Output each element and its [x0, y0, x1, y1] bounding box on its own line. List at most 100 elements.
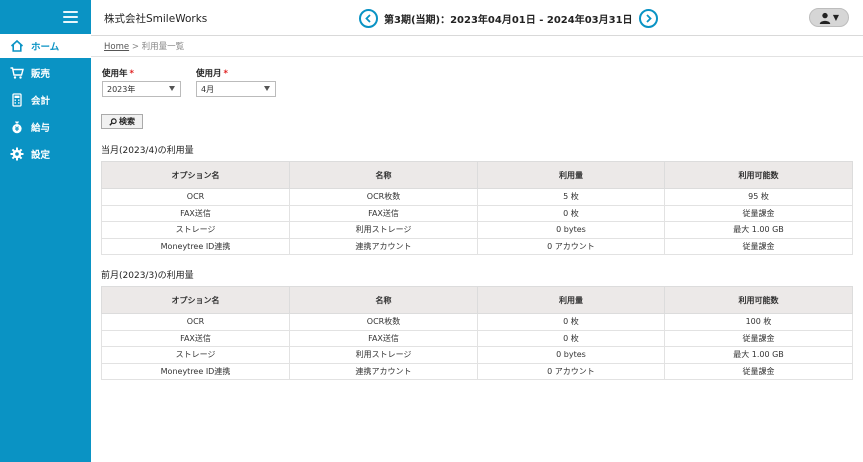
sidebar-item-label: 販売: [31, 69, 51, 80]
table-cell: Moneytree ID連携: [101, 237, 290, 255]
table-cell: OCR: [101, 188, 290, 206]
table-cell: 5 枚: [477, 188, 665, 206]
table-cell: FAX送信: [101, 329, 290, 347]
sidebar-item-label: 会計: [31, 96, 51, 107]
sidebar-item-label: ホーム: [31, 42, 60, 53]
year-label: 使用年 *: [102, 67, 134, 79]
dropdown-arrow-icon: [264, 86, 270, 91]
period-selector: 第3期(当期)：2023年04月01日 - 2024年03月31日: [359, 8, 658, 28]
table-cell: 0 bytes: [477, 346, 665, 364]
user-menu-button[interactable]: ▼: [809, 8, 849, 27]
table-cell: FAX送信: [289, 204, 478, 222]
table-cell: 従量課金: [664, 362, 853, 380]
breadcrumb: Home > 利用量一覧: [104, 40, 184, 52]
table-cell: OCR枚数: [289, 188, 478, 206]
table-cell: OCR枚数: [289, 313, 478, 331]
sidebar: ホーム 販売 会計 ¥ 給与 設定: [0, 0, 91, 462]
previous-period-button[interactable]: [359, 8, 378, 28]
sidebar-item-label: 設定: [31, 150, 51, 161]
breadcrumb-current: 利用量一覧: [141, 42, 185, 52]
table-cell: 0 枚: [477, 329, 665, 347]
required-mark: *: [223, 69, 228, 79]
table-row: ストレージ 利用ストレージ 0 bytes 最大 1.00 GB: [101, 346, 853, 364]
company-name: 株式会社SmileWorks: [104, 13, 208, 25]
table-cell: 0 枚: [477, 204, 665, 222]
cart-icon: [10, 66, 24, 80]
table-cell: ストレージ: [101, 221, 290, 239]
calculator-icon: [10, 93, 24, 107]
sidebar-item-sales[interactable]: 販売: [0, 61, 91, 85]
sidebar-item-accounting[interactable]: 会計: [0, 88, 91, 112]
sidebar-item-payroll[interactable]: ¥ 給与: [0, 115, 91, 139]
table-cell: 0 アカウント: [477, 237, 665, 255]
sidebar-item-home[interactable]: ホーム: [0, 34, 91, 58]
next-period-button[interactable]: [638, 8, 658, 28]
caret-down-icon: ▼: [832, 13, 840, 22]
sidebar-item-settings[interactable]: 設定: [0, 142, 91, 166]
table-cell: 従量課金: [664, 237, 853, 255]
table-cell: FAX送信: [101, 204, 290, 222]
table-cell: ストレージ: [101, 346, 290, 364]
month-label: 使用月 *: [196, 67, 228, 79]
table-row: Moneytree ID連携 連携アカウント 0 アカウント 従量課金: [101, 237, 853, 255]
search-button[interactable]: 検索: [101, 114, 143, 129]
chevron-right-icon: [645, 13, 652, 23]
home-icon: [10, 39, 24, 53]
divider: [91, 56, 863, 57]
table-cell: OCR: [101, 313, 290, 331]
period-label: 第3期(当期)：2023年04月01日 - 2024年03月31日: [384, 14, 633, 26]
table-cell: 連携アカウント: [289, 362, 478, 380]
previous-month-title: 前月(2023/3)の利用量: [101, 271, 194, 281]
hamburger-menu-icon[interactable]: [63, 11, 78, 24]
chevron-left-icon: [365, 13, 371, 23]
sidebar-item-label: 給与: [31, 123, 51, 134]
current-month-table: オプション名 名称 利用量 利用可能数 OCR OCR枚数 5 枚 95 枚 F…: [101, 161, 853, 255]
table-row: Moneytree ID連携 連携アカウント 0 アカウント 従量課金: [101, 362, 853, 380]
user-icon: [819, 12, 831, 24]
table-row: FAX送信 FAX送信 0 枚 従量課金: [101, 329, 853, 347]
table-row: FAX送信 FAX送信 0 枚 従量課金: [101, 204, 853, 222]
table-cell: Moneytree ID連携: [101, 362, 290, 380]
table-cell: 連携アカウント: [289, 237, 478, 255]
column-header-name: 名称: [289, 286, 478, 314]
required-mark: *: [129, 69, 134, 79]
column-header-usage: 利用量: [477, 286, 665, 314]
column-header-option: オプション名: [101, 286, 290, 314]
table-cell: 従量課金: [664, 329, 853, 347]
dropdown-arrow-icon: [169, 86, 175, 91]
search-button-label: 検索: [119, 117, 135, 126]
current-month-title: 当月(2023/4)の利用量: [101, 146, 194, 156]
column-header-available: 利用可能数: [664, 161, 853, 189]
search-icon: [109, 117, 117, 126]
table-header-row: オプション名 名称 利用量 利用可能数: [101, 286, 853, 314]
table-cell: 0 枚: [477, 313, 665, 331]
year-select-value: 2023年: [107, 84, 136, 94]
table-cell: 0 bytes: [477, 221, 665, 239]
table-cell: 利用ストレージ: [289, 346, 478, 364]
table-cell: 利用ストレージ: [289, 221, 478, 239]
month-select[interactable]: 4月: [196, 81, 276, 97]
table-cell: FAX送信: [289, 329, 478, 347]
column-header-usage: 利用量: [477, 161, 665, 189]
column-header-available: 利用可能数: [664, 286, 853, 314]
table-cell: 従量課金: [664, 204, 853, 222]
year-label-text: 使用年: [102, 69, 128, 79]
table-cell: 最大 1.00 GB: [664, 346, 853, 364]
money-bag-icon: ¥: [10, 120, 24, 134]
month-label-text: 使用月: [196, 69, 222, 79]
table-cell: 最大 1.00 GB: [664, 221, 853, 239]
table-header-row: オプション名 名称 利用量 利用可能数: [101, 161, 853, 189]
table-cell: 100 枚: [664, 313, 853, 331]
breadcrumb-home-link[interactable]: Home: [104, 42, 129, 52]
column-header-name: 名称: [289, 161, 478, 189]
previous-month-table: オプション名 名称 利用量 利用可能数 OCR OCR枚数 0 枚 100 枚 …: [101, 286, 853, 380]
top-header: 株式会社SmileWorks 第3期(当期)：2023年04月01日 - 202…: [91, 0, 863, 36]
table-row: OCR OCR枚数 5 枚 95 枚: [101, 188, 853, 206]
table-cell: 0 アカウント: [477, 362, 665, 380]
breadcrumb-separator: >: [131, 42, 139, 52]
year-select[interactable]: 2023年: [102, 81, 181, 97]
gear-icon: [10, 147, 24, 161]
column-header-option: オプション名: [101, 161, 290, 189]
table-row: OCR OCR枚数 0 枚 100 枚: [101, 313, 853, 331]
table-row: ストレージ 利用ストレージ 0 bytes 最大 1.00 GB: [101, 221, 853, 239]
